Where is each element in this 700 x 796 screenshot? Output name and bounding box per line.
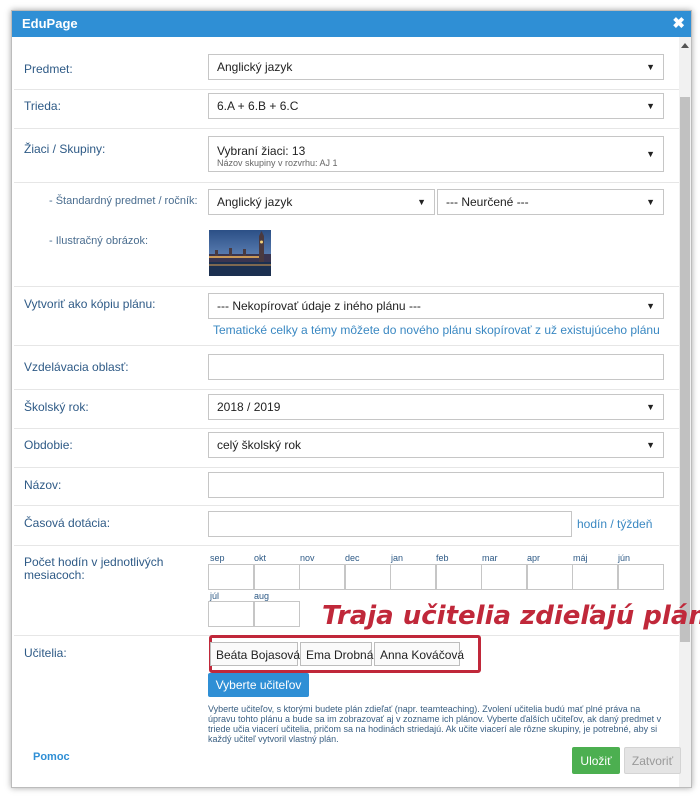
save-button[interactable]: Uložiť	[572, 747, 620, 774]
month-input-nov[interactable]	[299, 564, 345, 590]
ucitelia-label: Učitelia:	[24, 646, 67, 660]
month-label: jún	[618, 553, 631, 563]
copy-plan-hint: Tematické celky a témy môžete do nového …	[213, 323, 660, 337]
month-input-jul[interactable]	[208, 601, 254, 627]
obrazok-label: - Ilustračný obrázok:	[49, 235, 149, 247]
month-label: júl	[210, 591, 220, 601]
month-input-dec[interactable]	[345, 564, 391, 590]
chevron-down-icon: ▼	[646, 149, 655, 159]
help-link[interactable]: Pomoc	[33, 751, 70, 763]
ziaci-select[interactable]: Vybraní žiaci: 13 Názov skupiny v rozvrh…	[208, 136, 664, 172]
month-label: nov	[300, 553, 315, 563]
divider	[14, 467, 679, 468]
close-icon[interactable]: ✖	[672, 14, 685, 32]
month-input-feb[interactable]	[436, 564, 482, 590]
month-label: jan	[391, 553, 404, 563]
nazov-label: Názov:	[24, 478, 62, 492]
month-input-jun[interactable]	[618, 564, 664, 590]
month-label: sep	[210, 553, 225, 563]
divider	[14, 345, 679, 346]
divider	[14, 505, 679, 506]
ziaci-value: Vybraní žiaci: 13	[217, 144, 306, 158]
ziaci-label: Žiaci / Skupiny:	[24, 142, 106, 156]
month-label: feb	[436, 553, 449, 563]
month-label: okt	[254, 553, 267, 563]
scrollbar[interactable]	[679, 37, 691, 787]
dialog-titlebar: EduPage ✖	[12, 11, 691, 37]
divider	[14, 428, 679, 429]
standard-subject-value: Anglický jazyk	[217, 195, 293, 209]
divider	[14, 545, 679, 546]
teacher-chip[interactable]: Beáta Bojasová	[210, 642, 300, 666]
rok-label: Školský rok:	[24, 400, 89, 414]
school-year-select[interactable]: 2018 / 2019 ▼	[208, 394, 664, 420]
predmet-label: Predmet:	[24, 62, 73, 76]
month-input-maj[interactable]	[572, 564, 618, 590]
oblast-label: Vzdelávacia oblasť:	[24, 360, 129, 374]
standard-grade-value: --- Neurčené ---	[446, 195, 529, 209]
scroll-up-arrow-icon[interactable]	[681, 43, 689, 48]
teacher-chip[interactable]: Ema Drobná	[300, 642, 373, 666]
illustration-image[interactable]	[209, 230, 271, 276]
chevron-down-icon: ▼	[646, 440, 655, 450]
period-value: celý školský rok	[217, 438, 302, 452]
trieda-label: Trieda:	[24, 99, 61, 113]
month-input-aug[interactable]	[254, 601, 300, 627]
divider	[14, 389, 679, 390]
month-label: mar	[482, 553, 498, 563]
time-allocation-unit: hodín / týždeň	[577, 517, 653, 531]
chevron-down-icon: ▼	[646, 62, 655, 72]
kopia-label: Vytvoriť ako kópiu plánu:	[24, 297, 156, 311]
standard-label: - Štandardný predmet / ročník:	[49, 195, 198, 207]
month-label: máj	[573, 553, 588, 563]
copy-plan-value: --- Nekopírovať údaje z iného plánu ---	[217, 299, 421, 313]
month-input-okt[interactable]	[254, 564, 300, 590]
annotation-text: Traja učitelia zdieľajú plán	[322, 601, 700, 631]
divider	[14, 182, 679, 183]
chevron-down-icon: ▼	[646, 402, 655, 412]
predmet-value: Anglický jazyk	[217, 60, 293, 74]
divider	[14, 89, 679, 90]
month-input-apr[interactable]	[527, 564, 573, 590]
month-label: apr	[527, 553, 541, 563]
hodiny-label: Počet hodín v jednotlivých mesiacoch:	[24, 555, 164, 582]
scrollbar-thumb[interactable]	[680, 97, 690, 642]
month-input-jan[interactable]	[390, 564, 436, 590]
chevron-down-icon: ▼	[417, 197, 426, 207]
school-year-value: 2018 / 2019	[217, 400, 281, 414]
dialog-title: EduPage	[22, 16, 78, 31]
divider	[14, 286, 679, 287]
teachers-note: Vyberte učiteľov, s ktorými budete plán …	[208, 704, 662, 744]
copy-plan-select[interactable]: --- Nekopírovať údaje z iného plánu --- …	[208, 293, 664, 319]
trieda-value: 6.A + 6.B + 6.C	[217, 99, 299, 113]
month-input-mar[interactable]	[481, 564, 527, 590]
divider	[14, 128, 679, 129]
select-teachers-button[interactable]: Vyberte učiteľov	[208, 673, 309, 697]
dotacia-label: Časová dotácia:	[24, 516, 111, 530]
month-label: aug	[254, 591, 270, 601]
trieda-select[interactable]: 6.A + 6.B + 6.C ▼	[208, 93, 664, 119]
name-input[interactable]	[208, 472, 664, 498]
period-select[interactable]: celý školský rok ▼	[208, 432, 664, 458]
chevron-down-icon: ▼	[646, 101, 655, 111]
predmet-select[interactable]: Anglický jazyk ▼	[208, 54, 664, 80]
ziaci-subvalue: Názov skupiny v rozvrhu: AJ 1	[217, 158, 338, 168]
obdobie-label: Obdobie:	[24, 438, 73, 452]
standard-subject-select[interactable]: Anglický jazyk ▼	[208, 189, 435, 215]
time-allocation-input[interactable]	[208, 511, 572, 537]
close-button[interactable]: Zatvoriť	[624, 747, 681, 774]
oblast-input[interactable]	[208, 354, 664, 380]
month-input-sep[interactable]	[208, 564, 254, 590]
dialog-window: EduPage ✖ Predmet: Anglický jazyk ▼ Trie…	[11, 10, 700, 788]
teacher-chip[interactable]: Anna Kováčová	[374, 642, 464, 666]
chevron-down-icon: ▼	[646, 197, 655, 207]
month-label: dec	[345, 553, 360, 563]
standard-grade-select[interactable]: --- Neurčené --- ▼	[437, 189, 664, 215]
chevron-down-icon: ▼	[646, 301, 655, 311]
